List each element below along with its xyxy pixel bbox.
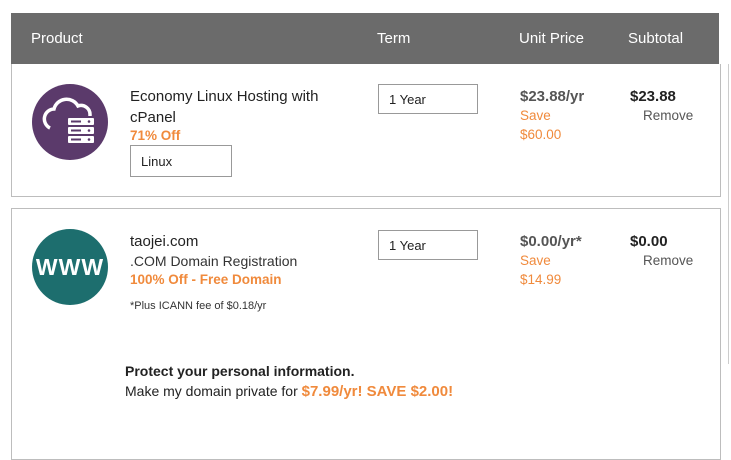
save-label: Save — [520, 253, 551, 268]
remove-link[interactable]: Remove — [643, 253, 693, 268]
cart-item-domain: WWW taojei.com .COM Domain Registration … — [11, 208, 721, 460]
privacy-offer-price[interactable]: $7.99/yr! SAVE $2.00! — [302, 383, 453, 400]
os-select[interactable]: Linux — [130, 145, 232, 177]
privacy-offer-text: Make my domain private for — [125, 383, 302, 399]
cart-table-header: Product Term Unit Price Subtotal — [11, 13, 719, 64]
subtotal: $0.00 — [630, 233, 668, 250]
column-header-product: Product — [31, 30, 83, 47]
privacy-offer[interactable]: Make my domain private for $7.99/yr! SAV… — [125, 383, 453, 400]
discount-label: 71% Off — [130, 128, 181, 143]
unit-price: $0.00/yr* — [520, 233, 582, 250]
product-description: .COM Domain Registration — [130, 253, 298, 269]
column-header-unit-price: Unit Price — [519, 30, 585, 47]
privacy-title: Protect your personal information. — [125, 363, 355, 379]
domain-name: taojei.com — [130, 233, 199, 250]
term-select[interactable]: 1 Year — [378, 230, 478, 260]
www-icon: WWW — [32, 229, 108, 305]
discount-label: 100% Off - Free Domain — [130, 272, 282, 287]
save-amount: $60.00 — [520, 127, 562, 142]
column-header-subtotal: Subtotal — [628, 30, 684, 47]
save-amount: $14.99 — [520, 272, 562, 287]
subtotal: $23.88 — [630, 88, 676, 105]
column-header-term: Term — [377, 30, 411, 47]
save-label: Save — [520, 108, 551, 123]
cloud-server-icon — [32, 84, 108, 160]
remove-link[interactable]: Remove — [643, 108, 693, 123]
product-name: Economy Linux Hosting with cPanel — [130, 88, 319, 126]
term-select[interactable]: 1 Year — [378, 84, 478, 114]
icann-fee-note: *Plus ICANN fee of $0.18/yr — [130, 300, 267, 312]
unit-price: $23.88/yr — [520, 88, 585, 105]
cart-item-hosting: Economy Linux Hosting with cPanel 71% Of… — [11, 64, 721, 197]
scrollbar-track[interactable] — [728, 64, 729, 364]
